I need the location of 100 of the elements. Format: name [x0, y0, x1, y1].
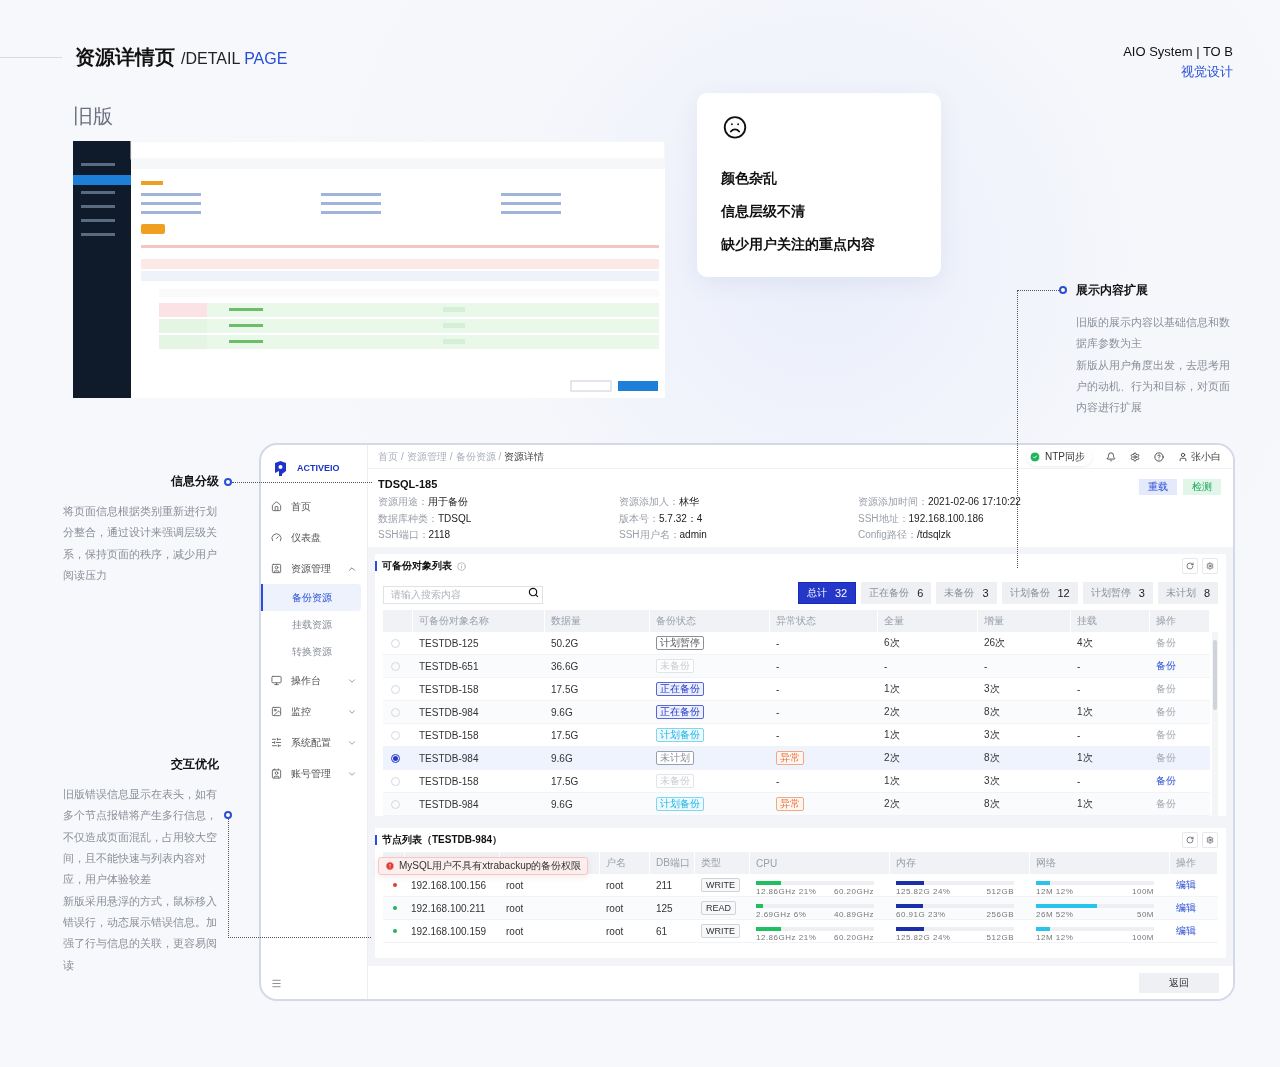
backup-link[interactable]: 备份 — [1150, 659, 1210, 673]
table-cell-text: 36.6G — [550, 660, 580, 672]
settings-button[interactable] — [1202, 832, 1218, 848]
search-field[interactable]: 请输入搜索内容 — [383, 585, 543, 604]
info-field: 版本号：5.7.32：4 — [619, 511, 858, 525]
refresh-button[interactable] — [1182, 558, 1198, 574]
table-cell-text: 1次 — [1076, 797, 1094, 811]
settings-icon — [1206, 836, 1214, 844]
filter-tab[interactable]: 正在备份 6 — [861, 582, 932, 604]
sad-face-icon — [721, 115, 749, 140]
scrollbar[interactable] — [1212, 632, 1218, 816]
table-cell-text: 1次 — [883, 682, 901, 696]
refresh-button[interactable] — [1182, 832, 1198, 848]
info-field: SSH端口：2118 — [378, 528, 619, 542]
table-cell-text: 192.168.100.159 — [410, 925, 488, 937]
back-button[interactable]: 返回 — [1139, 972, 1219, 993]
brand-label: AIO System | TO B — [1123, 44, 1233, 59]
error-tooltip: MySQL用户不具有xtrabackup的备份权限 — [378, 857, 589, 875]
nav-item[interactable]: 资源管理 — [261, 553, 367, 584]
table-cell: - — [776, 660, 780, 672]
table-cell-text: 17.5G — [550, 683, 580, 695]
table-cell-text: TESTDB-158 — [418, 729, 480, 741]
table-cell-text: TESTDB-158 — [418, 683, 480, 695]
info-field: 资源用途：用于备份 — [378, 495, 619, 509]
help-icon[interactable] — [1154, 451, 1164, 462]
nav-sub-item[interactable]: 备份资源 — [261, 584, 361, 611]
table-cell-text: 1次 — [1076, 705, 1094, 719]
table-cell-text: - — [983, 660, 989, 672]
annotation-title: 信息分级 — [171, 473, 219, 490]
table-cell: - — [776, 683, 780, 695]
settings-icon[interactable] — [1130, 451, 1140, 462]
filter-tab[interactable]: 计划暂停 3 — [1082, 582, 1153, 604]
status-tag: 计划备份 — [656, 728, 704, 742]
info-field: 资源添加时间：2021-02-06 17:10:22 — [858, 495, 1221, 509]
type-tag: WRITE — [701, 878, 740, 892]
action-button[interactable]: 重载 — [1139, 479, 1177, 495]
table-cell-text: - — [1076, 729, 1082, 741]
table-cell-text: 6次 — [883, 636, 901, 650]
card-title: 可备份对象列表 — [382, 559, 452, 573]
usage-total: 100M — [1132, 886, 1154, 896]
anomaly-tag: 异常 — [776, 797, 804, 811]
table-cell-text: 2次 — [883, 751, 901, 765]
filter-tab[interactable]: 计划备份 12 — [1001, 582, 1078, 604]
table-cell-text: 8次 — [983, 797, 1001, 811]
table-cell: - — [776, 729, 780, 741]
edit-link[interactable]: 编辑 — [1170, 901, 1218, 915]
user-name[interactable]: 张小白 — [1191, 449, 1221, 464]
table-cell-text: 8次 — [983, 705, 1001, 719]
nav-item[interactable]: 账号管理 — [261, 758, 367, 789]
nav-item[interactable]: 操作台 — [261, 665, 367, 696]
annotation-title: 展示内容扩展 — [1076, 282, 1148, 299]
breadcrumb-separator: / — [498, 451, 502, 462]
table-cell: - — [776, 775, 780, 787]
refresh-icon — [1186, 836, 1194, 844]
bell-icon[interactable] — [1106, 451, 1116, 462]
gauge-icon — [271, 532, 282, 543]
table-cell-text: root — [505, 925, 525, 937]
table-cell-text: 26次 — [983, 636, 1007, 650]
annotation-text: 新版从用户角度出发，去思考用户的动机、行为和目标，对页面内容进行扩展 — [1076, 357, 1231, 416]
table-cell-text: root — [605, 925, 625, 937]
edit-link[interactable]: 编辑 — [1170, 878, 1218, 892]
nav-sub-item[interactable]: 转换资源 — [261, 638, 361, 665]
table-cell-text: 1次 — [883, 774, 901, 788]
usage-text: 26M 52% — [1036, 909, 1074, 919]
usage-text: 12.86GHz 21% — [756, 932, 817, 942]
table-cell-text: 192.168.100.156 — [410, 879, 488, 891]
nav-sub-item[interactable]: 挂载资源 — [261, 611, 361, 638]
table-cell-text: - — [1076, 683, 1082, 695]
filter-tab[interactable]: 未备份 3 — [936, 582, 997, 604]
breadcrumb-separator: / — [449, 451, 453, 462]
edit-link[interactable]: 编辑 — [1170, 924, 1218, 938]
filter-tab[interactable]: 未计划 8 — [1157, 582, 1218, 604]
usage-total: 512GB — [986, 932, 1014, 942]
type-tag: READ — [701, 901, 736, 915]
annotation-text: 旧版的展示内容以基础信息和数据库参数为主 — [1076, 315, 1231, 352]
logo-text: ACTIVEIO — [297, 463, 340, 473]
filter-tab[interactable]: 总计 32 — [798, 582, 857, 604]
nav-item[interactable]: 首页 — [261, 491, 367, 522]
usage-text: 60.91G 23% — [896, 909, 946, 919]
table-cell-text: 9.6G — [550, 798, 574, 810]
user-icon — [1178, 451, 1188, 462]
check-icon — [1029, 450, 1041, 463]
sliders-icon — [271, 737, 282, 748]
page-subtitle: /DETAIL PAGE — [181, 50, 288, 68]
backup-link[interactable]: 备份 — [1150, 774, 1210, 788]
nav-item[interactable]: 监控 — [261, 696, 367, 727]
pain-point-text: 信息层级不清 — [721, 202, 806, 221]
info-field: 资源添加人：林华 — [619, 495, 858, 509]
table-cell-text: TESTDB-651 — [418, 660, 480, 672]
info-field: 数据库种类：TDSQL — [378, 511, 619, 525]
status-tag: 正在备份 — [656, 682, 704, 696]
settings-button[interactable] — [1202, 558, 1218, 574]
usage-total: 100M — [1132, 932, 1154, 942]
nav-item[interactable]: 仪表盘 — [261, 522, 367, 553]
usage-text: 125.82G 24% — [896, 932, 951, 942]
table-cell-text: 8次 — [983, 751, 1001, 765]
menu-icon[interactable] — [271, 978, 282, 989]
table-cell-text: root — [605, 902, 625, 914]
nav-item[interactable]: 系统配置 — [261, 727, 367, 758]
ntp-sync-badge[interactable]: NTP同步 — [1027, 447, 1092, 466]
